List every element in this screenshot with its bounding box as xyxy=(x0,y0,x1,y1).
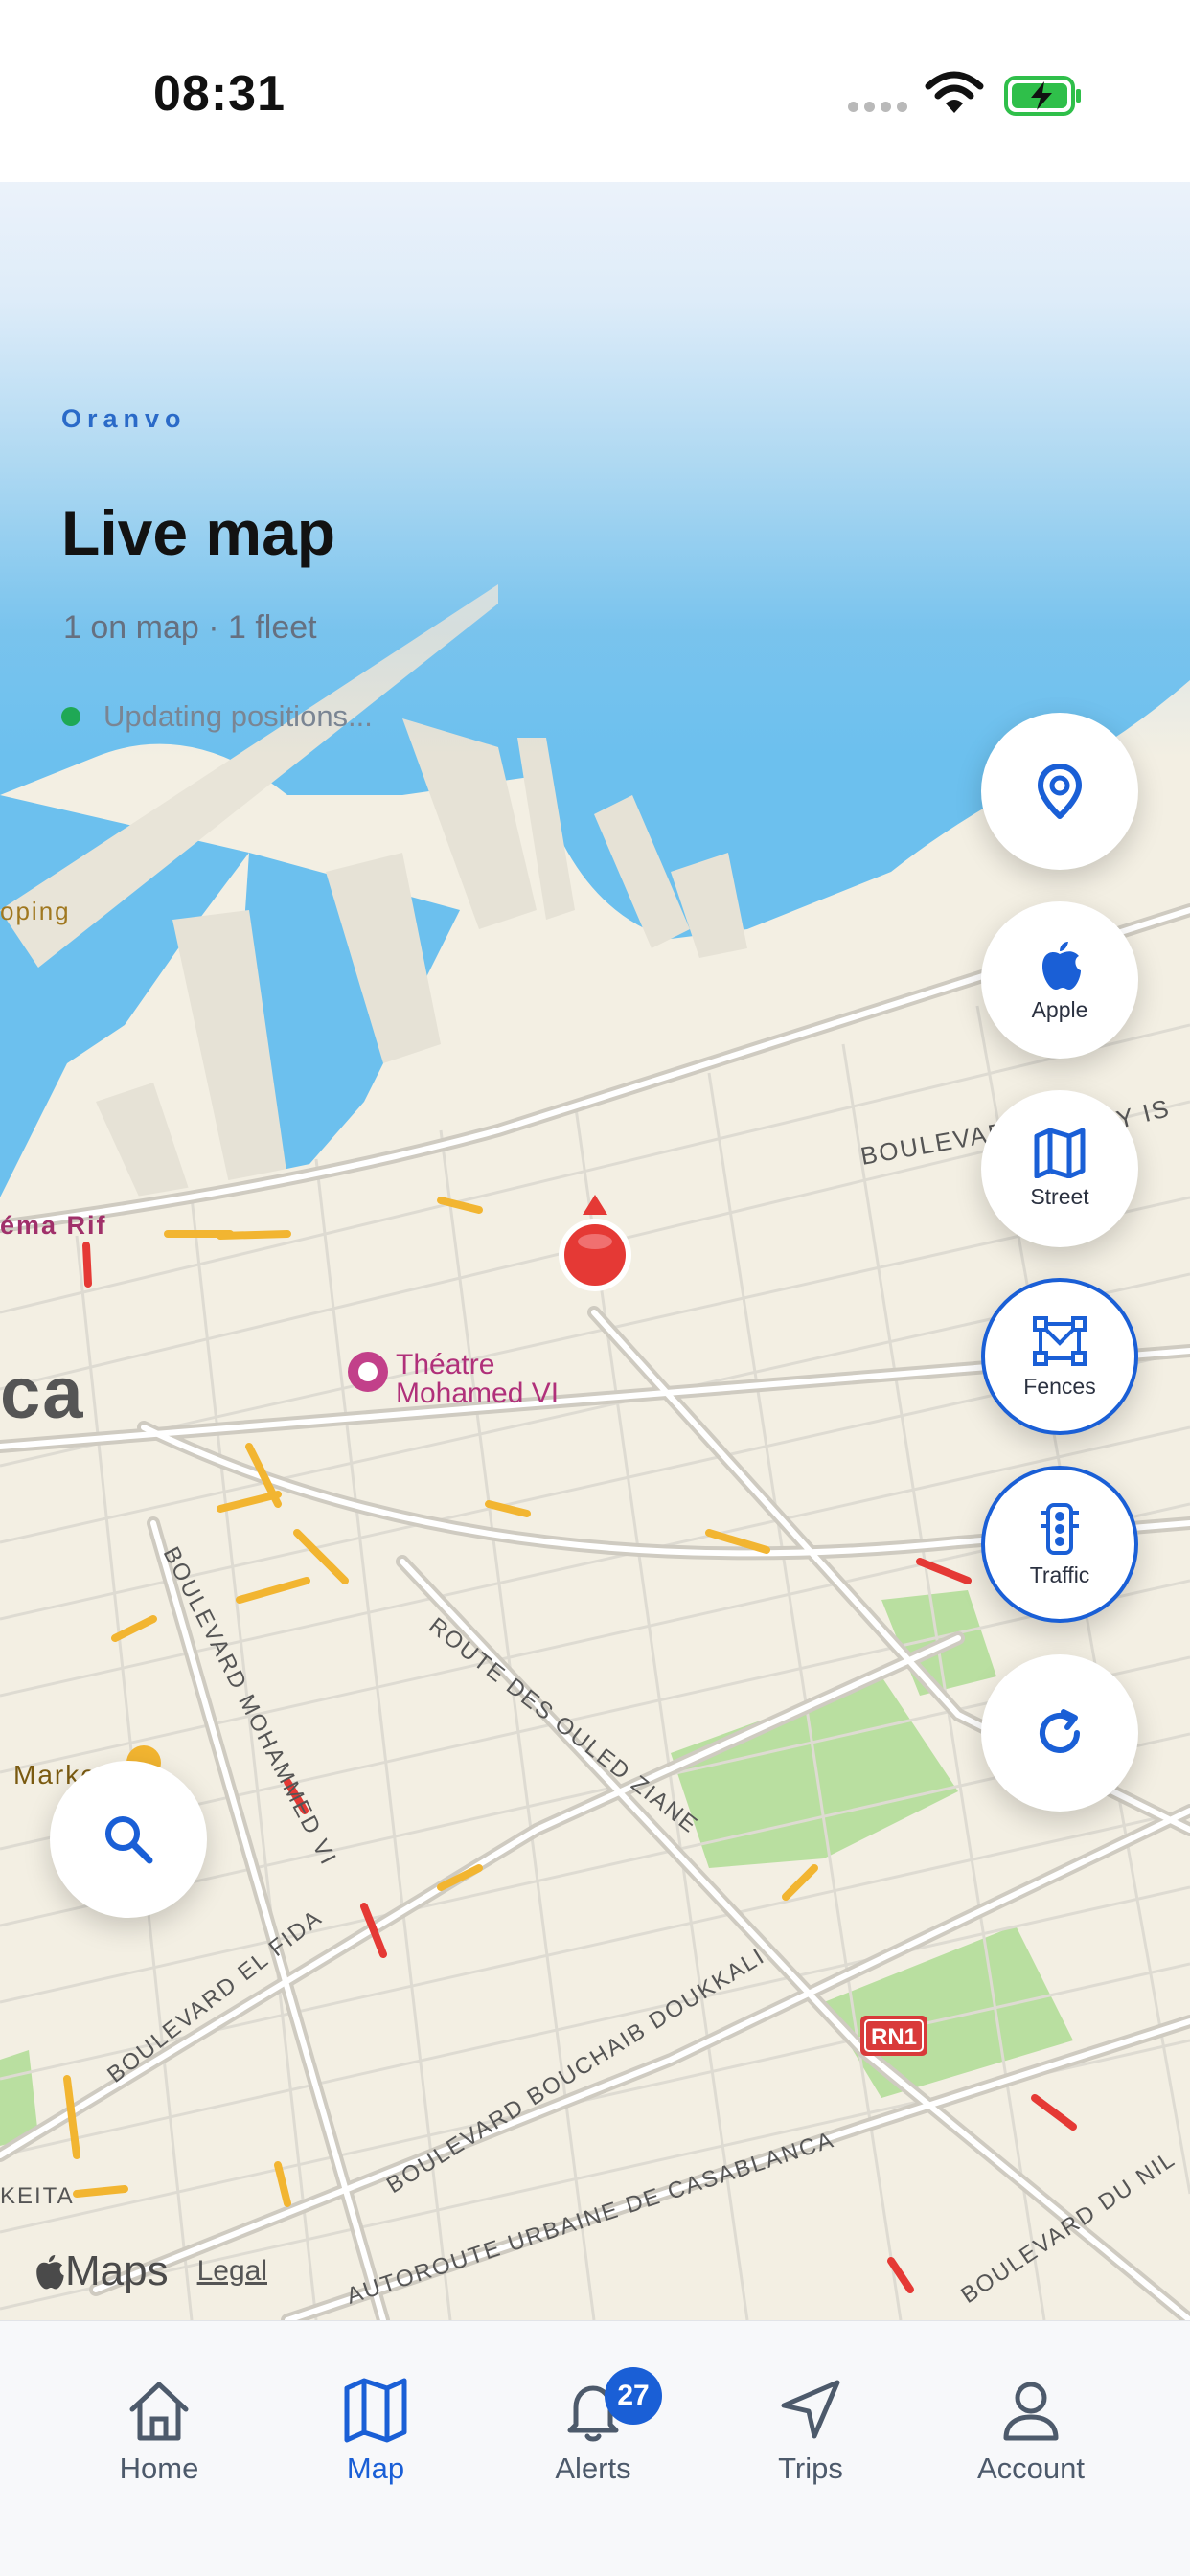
update-status: Updating positions... xyxy=(61,699,373,734)
map-label-city: ca xyxy=(0,1353,85,1434)
refresh-button[interactable] xyxy=(981,1654,1138,1812)
alerts-badge: 27 xyxy=(605,2367,662,2425)
wifi-icon xyxy=(925,71,984,113)
tab-map-label: Map xyxy=(346,2451,405,2485)
status-bar: 08:31 xyxy=(0,0,1190,182)
navigation-arrow-icon xyxy=(781,2380,840,2439)
map-icon xyxy=(1034,1128,1086,1178)
tab-home[interactable]: Home xyxy=(82,2377,236,2486)
page-title: Live map xyxy=(61,497,336,568)
tab-map[interactable]: Map xyxy=(299,2377,452,2486)
online-status-dot xyxy=(61,707,80,726)
user-icon xyxy=(1003,2382,1059,2441)
map-label-theatre-line1: Théatre xyxy=(396,1349,494,1380)
apple-logo-icon xyxy=(1042,941,1081,990)
search-icon xyxy=(105,1816,153,1864)
traffic-light-icon xyxy=(1041,1502,1079,1555)
traffic-button[interactable]: Traffic xyxy=(981,1466,1138,1623)
status-time: 08:31 xyxy=(153,66,286,122)
traffic-label: Traffic xyxy=(1029,1562,1090,1587)
tab-home-label: Home xyxy=(119,2451,199,2485)
map-icon xyxy=(344,2378,407,2443)
tab-alerts[interactable]: 27 Alerts xyxy=(516,2367,670,2486)
tab-trips-label: Trips xyxy=(778,2451,843,2485)
map-label-keita: KEITA xyxy=(0,2183,75,2209)
street-label: Street xyxy=(1030,1183,1089,1209)
apple-map-button[interactable]: Apple xyxy=(981,901,1138,1059)
apple-maps-logo: Maps xyxy=(33,2247,169,2295)
tab-bar: Home Map 27 Alerts Trips Account xyxy=(0,2320,1190,2576)
battery-charging-icon xyxy=(1004,76,1081,116)
apple-label: Apple xyxy=(1031,996,1088,1022)
home-icon xyxy=(129,2382,189,2441)
brand-label: Oranvo xyxy=(61,404,187,433)
search-button[interactable] xyxy=(50,1761,207,1918)
apple-logo-icon xyxy=(36,2255,64,2290)
fences-label: Fences xyxy=(1023,1373,1096,1399)
tab-trips[interactable]: Trips xyxy=(734,2377,887,2486)
tab-alerts-label: Alerts xyxy=(555,2451,631,2485)
theatre-poi-icon xyxy=(348,1352,388,1392)
map-pin-icon xyxy=(1038,764,1082,819)
geofence-icon xyxy=(1033,1315,1087,1366)
legal-link[interactable]: Legal xyxy=(197,2255,267,2288)
cellular-signal-icon xyxy=(848,100,913,117)
tab-account[interactable]: Account xyxy=(954,2377,1108,2486)
map-summary: 1 on map · 1 fleet xyxy=(63,609,317,646)
rn1-label: RN1 xyxy=(871,2024,917,2050)
map-attribution: Maps Legal xyxy=(33,2247,267,2295)
rn1-shield: RN1 xyxy=(860,2016,927,2056)
update-status-text: Updating positions... xyxy=(103,699,373,733)
tab-account-label: Account xyxy=(976,2451,1085,2485)
maps-logo-text: Maps xyxy=(65,2247,169,2294)
street-map-button[interactable]: Street xyxy=(981,1090,1138,1247)
locate-button[interactable] xyxy=(981,713,1138,870)
fences-button[interactable]: Fences xyxy=(981,1278,1138,1435)
refresh-icon xyxy=(1040,1709,1080,1753)
map-label-poi: oping xyxy=(0,897,71,925)
map-label-cinema: éma Rif xyxy=(0,1211,107,1240)
map-label-theatre-line2: Mohamed VI xyxy=(396,1378,559,1409)
